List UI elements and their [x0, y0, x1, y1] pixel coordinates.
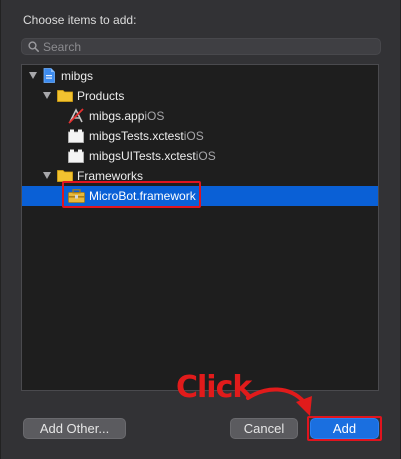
tree-row-products-group[interactable]: Products [22, 86, 378, 106]
search-field[interactable] [21, 38, 381, 55]
test-bundle-icon [68, 129, 84, 143]
folder-icon [57, 90, 73, 102]
add-other-button[interactable]: Add Other... [23, 418, 126, 439]
disclosure-expanded-icon[interactable] [29, 72, 37, 79]
dialog-title: Choose items to add: [23, 13, 137, 27]
disclosure-expanded-icon[interactable] [43, 92, 51, 99]
highlight-box-framework [62, 181, 201, 208]
file-tree[interactable]: mibgs Products mibgs.appiOS mibgsTests.x… [21, 64, 379, 391]
app-target-label: mibgs.appiOS [89, 109, 165, 123]
tree-row-uitests[interactable]: mibgsUITests.xctestiOS [22, 146, 378, 166]
disclosure-expanded-icon[interactable] [43, 172, 51, 179]
tree-row-app[interactable]: mibgs.appiOS [22, 106, 378, 126]
project-label: mibgs [61, 69, 94, 83]
test-bundle-icon [68, 149, 84, 163]
tree-row-tests[interactable]: mibgsTests.xctestiOS [22, 126, 378, 146]
products-group-label: Products [77, 89, 125, 103]
highlight-box-add [307, 416, 382, 441]
add-files-sheet: Choose items to add: mibgs Product [0, 0, 401, 459]
app-target-icon [68, 108, 84, 124]
uitests-target-label: mibgsUITests.xctestiOS [89, 149, 216, 163]
tests-target-label: mibgsTests.xctestiOS [89, 129, 204, 143]
project-file-icon [43, 68, 55, 83]
search-icon [28, 41, 39, 52]
arrow-annotation-icon [246, 387, 312, 416]
tree-row-project[interactable]: mibgs [22, 66, 378, 86]
search-input[interactable] [43, 39, 373, 54]
click-annotation: Click [176, 370, 252, 405]
cancel-button[interactable]: Cancel [230, 418, 298, 439]
